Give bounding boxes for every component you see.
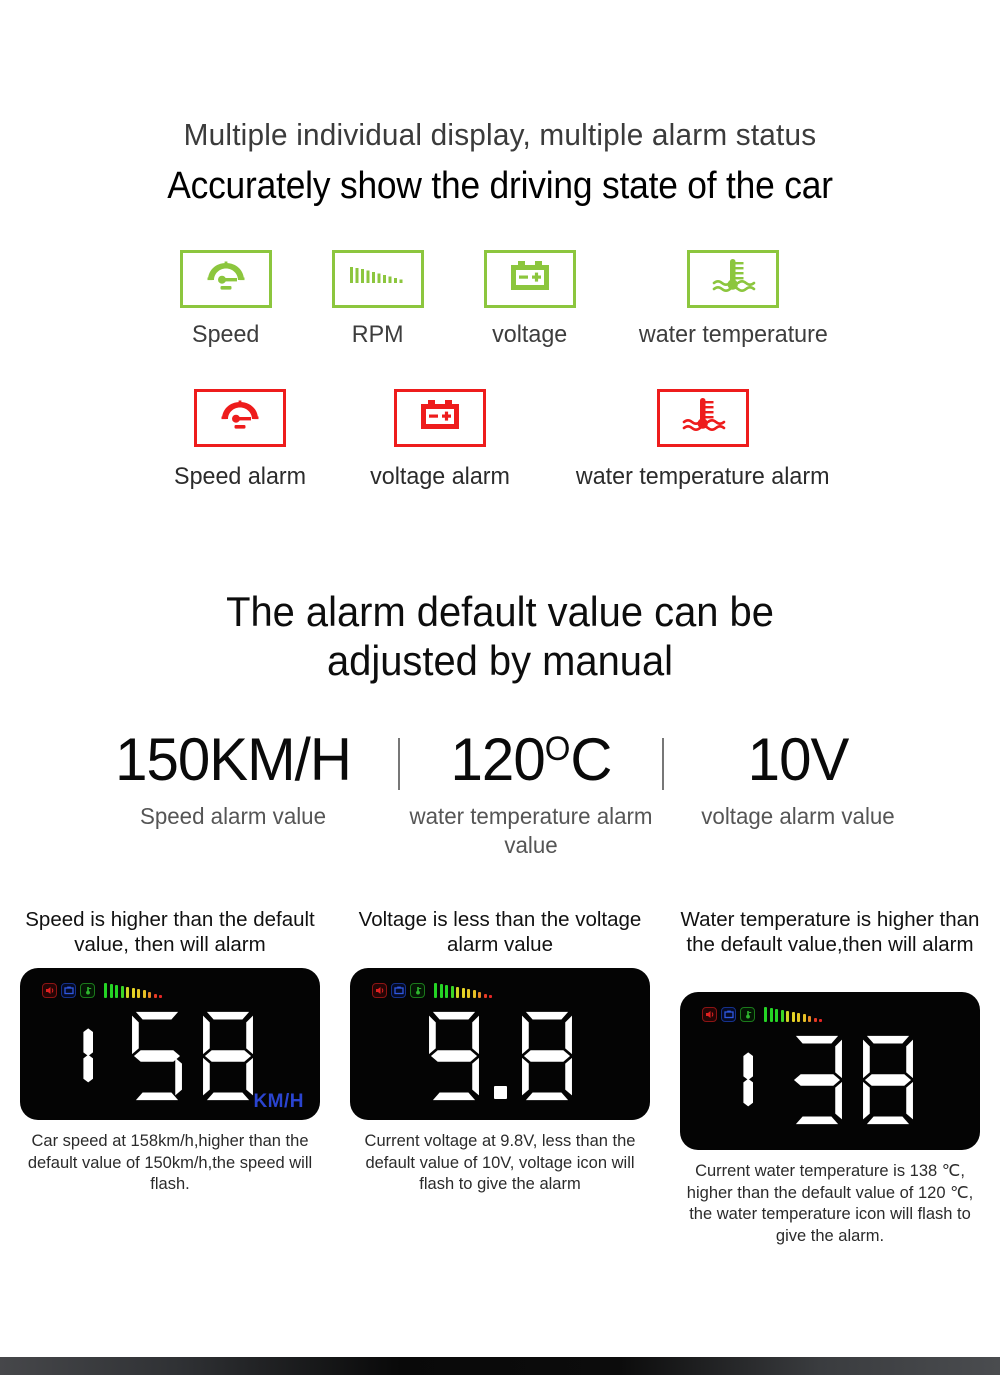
alarm-label-voltage: voltage alarm xyxy=(370,462,511,490)
status-item-speed: Speed xyxy=(179,249,272,349)
water-temperature-icon xyxy=(709,256,757,301)
rpm-bar-indicator xyxy=(434,982,492,999)
battery-status-icon xyxy=(721,1006,736,1022)
hud-example-water-temperature: Water temperature is higher than the def… xyxy=(676,907,984,1247)
status-label-voltage: voltage xyxy=(492,320,568,348)
seven-segment-digit xyxy=(81,1008,117,1104)
water-temp-status-icon xyxy=(80,982,95,998)
alarm-value-voltage-number: 10V xyxy=(747,725,850,793)
speed-alarm-icon-box xyxy=(194,388,287,447)
battery-icon xyxy=(417,397,463,438)
alarm-icon-row: Speed alarm voltage alarm water temperat… xyxy=(0,388,1000,491)
hud-examples-row: Speed is higher than the default value, … xyxy=(0,907,1000,1247)
alarm-value-water-temperature: 120OC water temperature alarm value xyxy=(400,729,662,860)
rpm-bar-indicator xyxy=(764,1006,822,1023)
section-heading: The alarm default value can be adjusted … xyxy=(25,587,975,686)
page-title: Accurately show the driving state of the… xyxy=(167,165,833,208)
speaker-alarm-icon xyxy=(42,982,57,998)
hud-digits-water-temperature xyxy=(680,1026,980,1134)
status-label-speed: Speed xyxy=(191,320,260,348)
alarm-value-water-temperature-label: water temperature alarm value xyxy=(409,802,653,858)
battery-status-icon xyxy=(61,982,76,998)
seven-segment-digit xyxy=(857,1032,919,1128)
seven-segment-digit xyxy=(126,1008,188,1104)
degree-symbol: O xyxy=(544,729,571,768)
voltage-alarm-icon-box xyxy=(394,388,487,447)
section-heading-line2: adjusted by manual xyxy=(326,637,674,685)
alarm-value-voltage-label: voltage alarm value xyxy=(701,802,895,829)
hud-example-voltage-title: Voltage is less than the voltage alarm v… xyxy=(358,908,642,957)
hud-display-voltage xyxy=(350,968,650,1121)
page-root: Multiple individual display, multiple al… xyxy=(0,0,1000,1375)
seven-segment-digit xyxy=(741,1032,777,1128)
seven-segment-digit xyxy=(786,1032,848,1128)
battery-status-icon xyxy=(391,982,406,998)
alarm-item-speed: Speed alarm xyxy=(172,388,308,491)
hud-example-voltage: Voltage is less than the voltage alarm v… xyxy=(346,907,654,1195)
hud-example-speed-title: Speed is higher than the default value, … xyxy=(25,908,315,957)
status-label-water-temperature: water temperature xyxy=(638,320,828,348)
hud-display-speed: KM/H xyxy=(20,968,320,1121)
hud-display-water-temperature xyxy=(680,992,980,1151)
rpm-icon-box xyxy=(331,249,424,308)
water-temperature-icon xyxy=(679,395,727,440)
water-temp-alarm-icon-box xyxy=(657,388,750,447)
alarm-value-speed-label: Speed alarm value xyxy=(139,802,327,829)
bottom-image-strip xyxy=(0,1357,1000,1375)
rpm-bars-icon xyxy=(348,261,408,296)
speaker-alarm-icon xyxy=(702,1006,717,1022)
hud-digits-voltage xyxy=(350,1002,650,1110)
status-item-rpm: RPM xyxy=(331,249,424,349)
hud-status-bar xyxy=(42,982,162,999)
alarm-label-speed: Speed alarm xyxy=(174,462,307,490)
alarm-value-speed-number: 150KM/H xyxy=(115,725,352,793)
hud-example-water-temperature-title: Water temperature is higher than the def… xyxy=(680,908,980,957)
hud-example-speed: Speed is higher than the default value, … xyxy=(16,907,324,1195)
status-icon-row: Speed RPM voltage water temperature xyxy=(0,249,1000,349)
hud-example-water-temperature-caption: Current water temperature is 138 ℃, high… xyxy=(686,1162,974,1245)
alarm-item-voltage: voltage alarm xyxy=(368,388,512,491)
seven-segment-digit xyxy=(423,1008,485,1104)
hud-example-speed-caption: Car speed at 158km/h,higher than the def… xyxy=(27,1132,313,1194)
hud-status-bar xyxy=(702,1006,822,1023)
seven-segment-digit xyxy=(197,1008,259,1104)
alarm-item-water-temperature: water temperature alarm xyxy=(572,388,833,491)
voltage-icon-box xyxy=(483,249,576,308)
speaker-alarm-icon xyxy=(372,982,387,998)
rpm-bar-indicator xyxy=(104,982,162,999)
alarm-label-water-temperature: water temperature alarm xyxy=(576,462,830,490)
alarm-value-water-temperature-number: 120OC xyxy=(404,729,658,790)
status-label-rpm: RPM xyxy=(351,320,404,348)
header-subtitle: Multiple individual display, multiple al… xyxy=(183,117,817,152)
hud-status-bar xyxy=(372,982,492,999)
battery-icon xyxy=(507,258,553,299)
speedometer-icon xyxy=(217,396,263,439)
hud-unit-label: KM/H xyxy=(253,1091,304,1113)
water-temp-icon-box xyxy=(686,249,779,308)
decimal-point xyxy=(493,1086,507,1100)
temp-unit: C xyxy=(570,725,612,793)
hud-example-voltage-caption: Current voltage at 9.8V, less than the d… xyxy=(364,1132,636,1194)
water-temp-status-icon xyxy=(740,1006,755,1022)
seven-segment-digit xyxy=(516,1008,578,1104)
speed-icon-box xyxy=(179,249,272,308)
status-item-water-temperature: water temperature xyxy=(636,249,831,349)
speedometer-icon xyxy=(203,257,249,300)
water-temp-status-icon xyxy=(410,982,425,998)
header-block: Multiple individual display, multiple al… xyxy=(0,0,1000,208)
alarm-value-voltage: 10V voltage alarm value xyxy=(664,725,932,831)
alarm-value-speed: 150KM/H Speed alarm value xyxy=(68,725,398,831)
section-heading-line1: The alarm default value can be xyxy=(226,587,774,635)
temp-number: 120 xyxy=(450,725,546,793)
status-item-voltage: voltage xyxy=(483,249,576,349)
alarm-values-row: 150KM/H Speed alarm value 120OC water te… xyxy=(0,725,1000,860)
